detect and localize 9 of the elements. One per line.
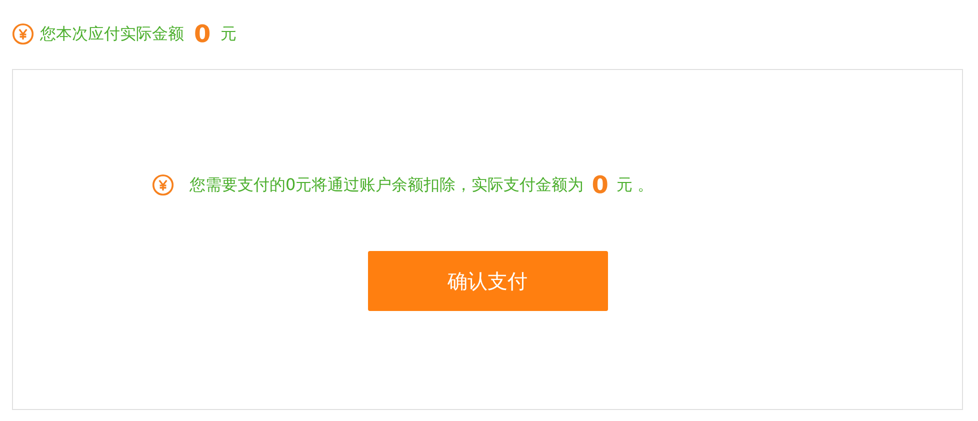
confirm-payment-button[interactable]: 确认支付 (368, 251, 608, 311)
yen-icon (152, 174, 174, 196)
amount-label: 您本次应付实际金额 (40, 24, 184, 44)
amount-value: 0 (194, 22, 211, 46)
amount-value: 0 (592, 173, 608, 197)
balance-deduction-message: 您需要支付的0元将通过账户余额扣除，实际支付金额为 (190, 174, 584, 196)
currency-unit: 元 。 (616, 174, 654, 196)
yen-icon (12, 23, 34, 45)
currency-unit: 元 (220, 24, 237, 44)
